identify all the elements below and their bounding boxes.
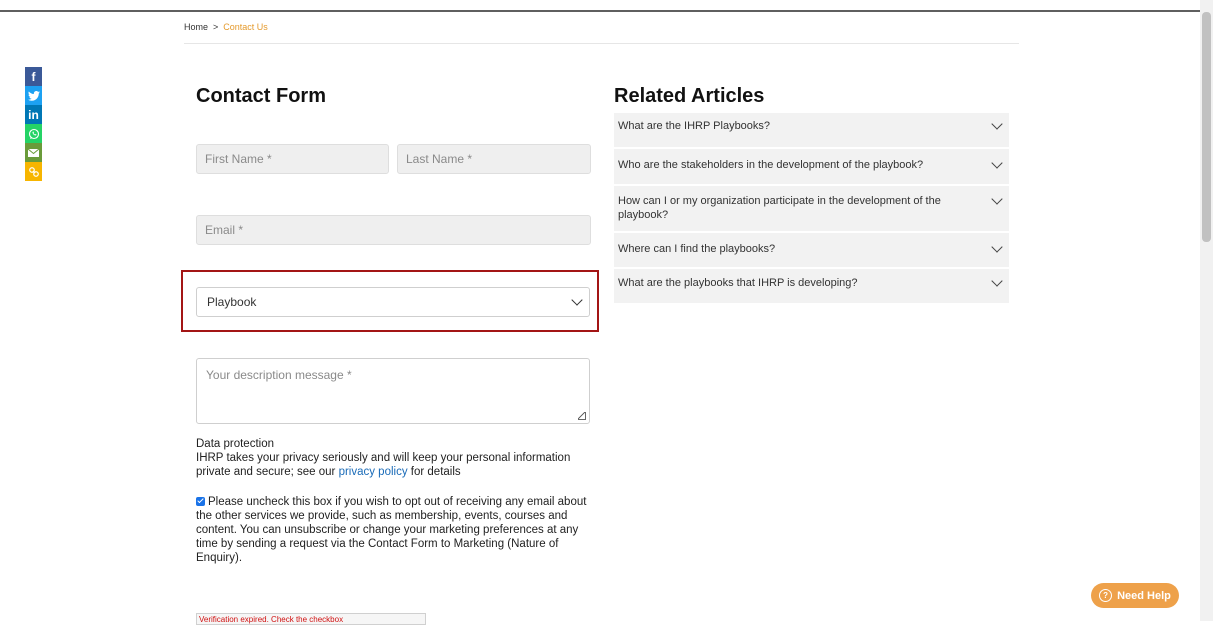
breadcrumb-home[interactable]: Home (184, 22, 208, 32)
email-share-icon[interactable] (25, 143, 42, 162)
article-item[interactable]: What are the playbooks that IHRP is deve… (614, 269, 1009, 303)
facebook-icon[interactable]: f (25, 67, 42, 86)
data-protection-notice: Data protection IHRP takes your privacy … (196, 437, 596, 479)
vertical-scrollbar[interactable] (1200, 0, 1213, 621)
description-message-textarea[interactable]: Your description message * (196, 358, 590, 424)
last-name-input[interactable]: Last Name * (397, 144, 591, 174)
optin-text: Please uncheck this box if you wish to o… (196, 496, 587, 564)
breadcrumb-current[interactable]: Contact Us (223, 22, 268, 32)
twitter-icon[interactable] (25, 86, 42, 105)
article-label: Who are the stakeholders in the developm… (618, 159, 924, 171)
related-articles-list: What are the IHRP Playbooks? Who are the… (614, 113, 1009, 305)
article-item[interactable]: Who are the stakeholders in the developm… (614, 149, 1009, 184)
need-help-label: Need Help (1117, 589, 1171, 602)
chevron-down-icon (991, 118, 1003, 130)
scrollbar-thumb[interactable] (1202, 12, 1211, 242)
chevron-down-icon (991, 275, 1003, 287)
article-item[interactable]: How can I or my organization participate… (614, 186, 1009, 231)
top-border (0, 0, 1200, 12)
data-protection-suffix: for details (410, 466, 461, 478)
article-label: What are the playbooks that IHRP is deve… (618, 277, 858, 289)
optin-checkbox[interactable] (196, 497, 205, 506)
chevron-down-icon (991, 241, 1003, 253)
linkedin-icon[interactable]: in (25, 105, 42, 124)
data-protection-title: Data protection (196, 438, 274, 450)
chevron-down-icon (991, 157, 1003, 169)
chevron-down-icon (991, 193, 1003, 205)
email-input[interactable]: Email * (196, 215, 591, 245)
marketing-optin: Please uncheck this box if you wish to o… (196, 495, 596, 565)
article-label: What are the IHRP Playbooks? (618, 120, 771, 132)
need-help-button[interactable]: ? Need Help (1091, 583, 1179, 608)
privacy-policy-link[interactable]: privacy policy (339, 466, 408, 478)
help-icon: ? (1099, 589, 1113, 602)
related-articles-title: Related Articles (614, 85, 765, 107)
enquiry-type-select[interactable]: Playbook (196, 287, 590, 317)
article-label: Where can I find the playbooks? (618, 243, 776, 255)
copy-link-icon[interactable] (25, 162, 42, 181)
article-item[interactable]: What are the IHRP Playbooks? (614, 113, 1009, 147)
resize-handle-icon[interactable] (578, 412, 586, 420)
chevron-down-icon (571, 294, 583, 306)
article-item[interactable]: Where can I find the playbooks? (614, 233, 1009, 267)
first-name-input[interactable]: First Name * (196, 144, 389, 174)
captcha-verification-error: Verification expired. Check the checkbox (196, 613, 426, 625)
whatsapp-icon[interactable] (25, 124, 42, 143)
social-share-bar: f in (25, 67, 42, 181)
article-label: How can I or my organization participate… (618, 195, 941, 221)
enquiry-select-value: Playbook (207, 295, 257, 309)
message-placeholder: Your description message * (206, 368, 352, 382)
breadcrumb-separator: > (213, 22, 219, 32)
contact-form-title: Contact Form (196, 85, 326, 107)
breadcrumb-divider (184, 43, 1019, 44)
breadcrumb: Home > Contact Us (184, 22, 268, 32)
